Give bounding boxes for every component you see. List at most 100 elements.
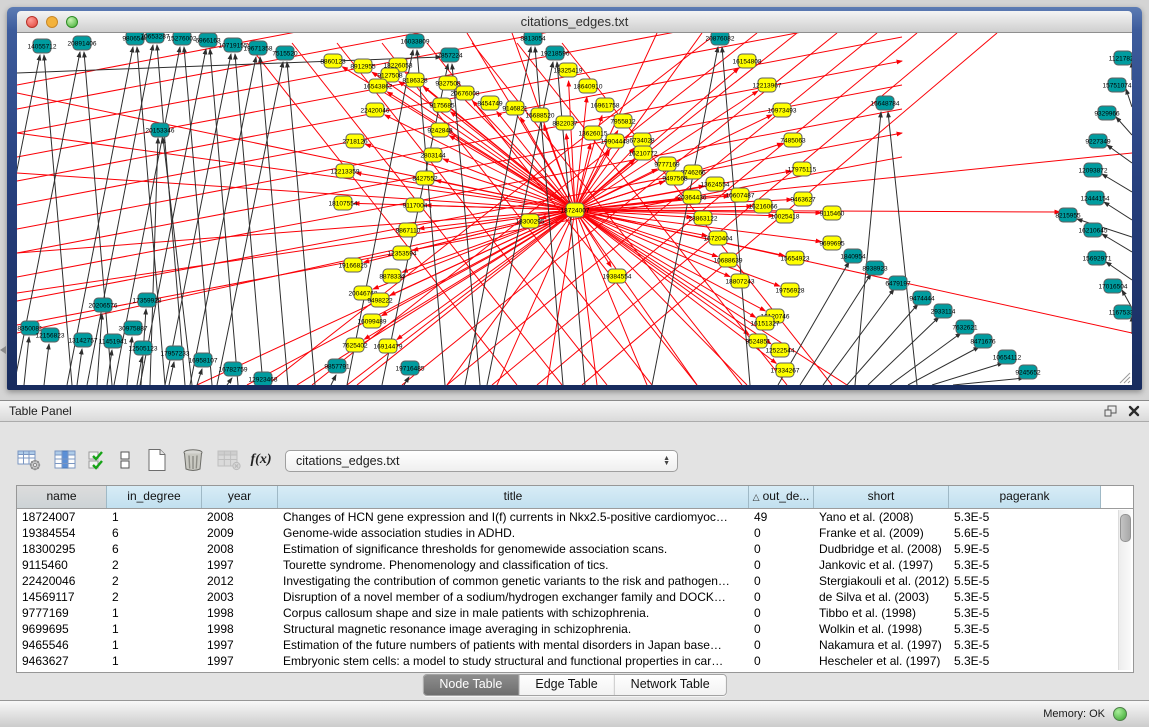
table-row[interactable]: 1872400712008Changes of HCN gene express… bbox=[17, 509, 1133, 525]
network-node[interactable]: 8878334 bbox=[379, 269, 405, 283]
table-row[interactable]: 977716911998Corpus callosum shape and si… bbox=[17, 605, 1133, 621]
tab-network-table[interactable]: Network Table bbox=[615, 675, 726, 695]
table-row[interactable]: 946554611997Estimation of the future num… bbox=[17, 637, 1133, 653]
scrollbar-thumb[interactable] bbox=[1120, 514, 1131, 542]
column-header-pagerank[interactable]: pagerank bbox=[949, 486, 1101, 508]
table-selector-dropdown[interactable]: citations_edges.txt ▲▼ bbox=[285, 450, 678, 472]
network-node[interactable]: 16033809 bbox=[401, 34, 430, 48]
network-node[interactable]: 13624554 bbox=[701, 177, 730, 191]
column-header-in_degree[interactable]: in_degree bbox=[107, 486, 202, 508]
table-row[interactable]: 1456911722003Disruption of a novel membe… bbox=[17, 589, 1133, 605]
network-node[interactable]: 19756928 bbox=[776, 283, 805, 297]
network-node[interactable]: 10654112 bbox=[993, 350, 1022, 364]
network-node[interactable]: 6966163 bbox=[195, 33, 221, 47]
column-header-short[interactable]: short bbox=[814, 486, 949, 508]
network-node[interactable]: 8813054 bbox=[520, 33, 546, 45]
network-node[interactable]: 9474444 bbox=[909, 291, 935, 305]
import-table-icon[interactable] bbox=[214, 447, 244, 473]
network-node[interactable]: 18640910 bbox=[574, 79, 603, 93]
network-node[interactable]: 7632621 bbox=[952, 320, 978, 334]
network-node[interactable]: 16154808 bbox=[733, 54, 762, 68]
network-node[interactable]: 9857791 bbox=[324, 359, 350, 373]
column-visibility-icon[interactable] bbox=[50, 447, 80, 473]
network-node[interactable]: 14055712 bbox=[28, 39, 57, 53]
network-node[interactable]: 19716485 bbox=[396, 361, 425, 375]
network-node[interactable]: 12213967 bbox=[753, 78, 782, 92]
network-node[interactable]: 20891406 bbox=[68, 36, 97, 50]
network-node[interactable]: 11675336 bbox=[1109, 305, 1132, 319]
network-node[interactable]: 17334267 bbox=[771, 363, 800, 377]
delete-table-icon[interactable] bbox=[178, 447, 208, 473]
network-node[interactable]: 7485063 bbox=[780, 133, 806, 147]
column-header-name[interactable]: name bbox=[17, 486, 107, 508]
network-node[interactable]: 8938923 bbox=[862, 261, 888, 275]
tab-node-table[interactable]: Node Table bbox=[423, 675, 519, 695]
network-node[interactable]: 9146821 bbox=[502, 101, 528, 115]
network-node[interactable]: 7625402 bbox=[342, 338, 368, 352]
network-node[interactable]: 2803144 bbox=[420, 148, 446, 162]
network-canvas[interactable]: 1405571220891406980654410653287152760026… bbox=[17, 33, 1132, 385]
network-node[interactable]: 15276002 bbox=[168, 33, 197, 45]
network-node[interactable]: 8186328 bbox=[402, 73, 428, 87]
network-node[interactable]: 18807243 bbox=[726, 274, 755, 288]
network-node[interactable]: 9463627 bbox=[790, 192, 816, 206]
network-node[interactable]: 8215955 bbox=[1055, 208, 1081, 222]
network-node[interactable]: 9245652 bbox=[1015, 365, 1041, 379]
network-node[interactable]: 1840954 bbox=[840, 249, 866, 263]
network-node[interactable]: 15688520 bbox=[526, 108, 555, 122]
network-node[interactable]: 2933114 bbox=[931, 304, 956, 318]
network-node[interactable]: 9227349 bbox=[1085, 134, 1111, 148]
network-node[interactable]: 16782759 bbox=[219, 362, 248, 376]
close-panel-icon[interactable] bbox=[1125, 403, 1143, 419]
network-node[interactable]: 30975887 bbox=[119, 321, 148, 335]
network-node[interactable]: 9117004 bbox=[403, 198, 428, 212]
row-height-icon[interactable] bbox=[114, 447, 136, 473]
network-node[interactable]: 15751074 bbox=[1103, 78, 1132, 92]
table-row[interactable]: 969969511998Structural magnetic resonanc… bbox=[17, 621, 1133, 637]
network-node[interactable]: 12213359 bbox=[331, 164, 360, 178]
network-node[interactable]: 8471676 bbox=[970, 334, 996, 348]
network-node[interactable]: 9777169 bbox=[654, 157, 680, 171]
network-node[interactable]: 8822037 bbox=[552, 116, 578, 130]
network-node[interactable]: 15654923 bbox=[781, 251, 810, 265]
network-node[interactable]: 8860123 bbox=[320, 54, 346, 68]
network-node[interactable]: 7857224 bbox=[437, 48, 463, 62]
network-node[interactable]: 10688639 bbox=[714, 253, 743, 267]
network-node[interactable]: 16099489 bbox=[358, 314, 387, 328]
network-node[interactable]: 12923468 bbox=[249, 372, 278, 385]
network-node[interactable]: 16914479 bbox=[374, 339, 403, 353]
column-header-year[interactable]: year bbox=[202, 486, 278, 508]
network-node[interactable]: 17957233 bbox=[161, 346, 190, 360]
network-node[interactable]: 8427552 bbox=[412, 171, 438, 185]
network-node[interactable]: 8454749 bbox=[477, 96, 503, 110]
table-row[interactable]: 911546021997Tourette syndrome. Phenomeno… bbox=[17, 557, 1133, 573]
network-node[interactable]: 16720404 bbox=[704, 231, 733, 245]
network-node[interactable]: 2718126 bbox=[342, 134, 368, 148]
column-header-out_de[interactable]: △out_de... bbox=[749, 486, 814, 508]
vertical-scrollbar[interactable] bbox=[1118, 510, 1131, 670]
network-node[interactable]: 7515520 bbox=[272, 46, 298, 60]
table-row[interactable]: 2242004622012Investigating the contribut… bbox=[17, 573, 1133, 589]
resize-grip[interactable] bbox=[1118, 371, 1131, 384]
network-node[interactable]: 20876082 bbox=[706, 33, 735, 45]
panel-collapse-arrow-icon[interactable] bbox=[0, 346, 6, 354]
network-node[interactable]: 11217825 bbox=[1109, 51, 1132, 65]
network-node[interactable]: 12353594 bbox=[388, 246, 417, 260]
network-node[interactable]: 7955812 bbox=[610, 114, 636, 128]
network-node[interactable]: 9524851 bbox=[745, 334, 771, 348]
function-builder-icon[interactable]: f(x) bbox=[250, 447, 272, 473]
float-panel-icon[interactable] bbox=[1101, 403, 1119, 419]
network-node[interactable]: 9498222 bbox=[367, 293, 393, 307]
network-node[interactable]: 9115460 bbox=[820, 206, 845, 220]
network-node[interactable]: 16958107 bbox=[189, 353, 218, 367]
table-mode-icon[interactable] bbox=[14, 447, 44, 473]
network-node[interactable]: 6734028 bbox=[629, 133, 655, 147]
network-node[interactable]: 16648784 bbox=[871, 96, 900, 110]
network-node[interactable]: 17016504 bbox=[1099, 279, 1128, 293]
network-node[interactable]: 19166825 bbox=[339, 258, 368, 272]
network-node[interactable]: 13142757 bbox=[69, 333, 98, 347]
network-node[interactable]: 12505123 bbox=[129, 341, 158, 355]
table-row[interactable]: 1830029562008Estimation of significance … bbox=[17, 541, 1133, 557]
window-titlebar[interactable]: citations_edges.txt bbox=[17, 11, 1132, 33]
column-header-title[interactable]: title bbox=[278, 486, 749, 508]
